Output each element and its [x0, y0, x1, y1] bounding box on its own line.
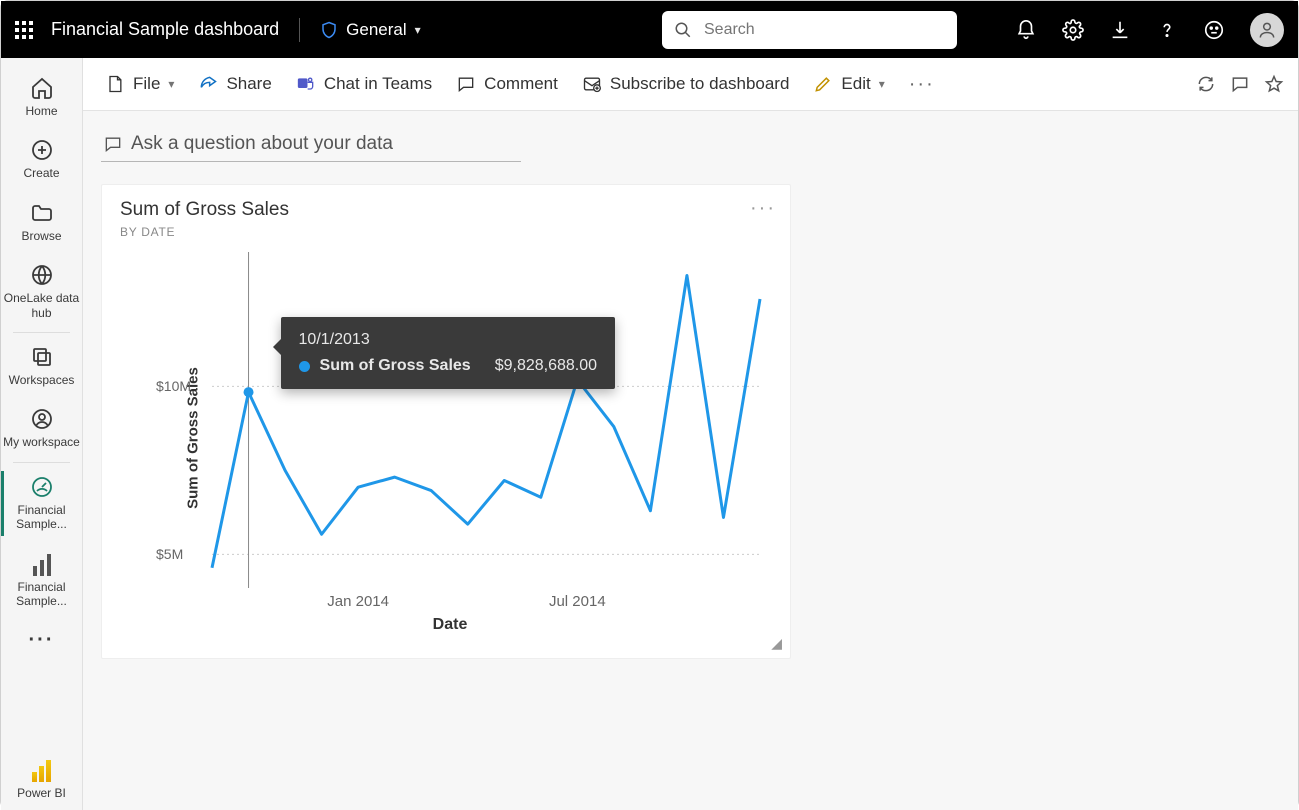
command-bar: File ▾ Share Chat in Teams Comment Subsc… — [83, 58, 1298, 111]
nav-onelake-label: OneLake data hub — [3, 291, 80, 320]
help-icon[interactable] — [1156, 19, 1178, 41]
chevron-down-icon: ▾ — [168, 77, 174, 91]
download-icon[interactable] — [1109, 19, 1131, 41]
x-tick: Jan 2014 — [327, 593, 389, 610]
y-tick: $5M — [156, 546, 183, 562]
app-launcher-icon[interactable] — [15, 21, 33, 39]
share-label: Share — [226, 74, 271, 94]
nav-myworkspace[interactable]: My workspace — [1, 397, 82, 459]
favorite-star-icon[interactable] — [1264, 74, 1284, 94]
line-chart: Sum of Gross Sales Date $5M$10M Jan 2014… — [130, 247, 770, 628]
nav-powerbi-label: Power BI — [17, 786, 66, 800]
nav-create-label: Create — [23, 166, 59, 180]
pencil-icon — [813, 74, 833, 94]
subscribe-icon — [582, 74, 602, 94]
datahub-icon — [30, 263, 54, 287]
search-icon — [674, 21, 692, 39]
nav-powerbi[interactable]: Power BI — [1, 750, 82, 810]
divider — [299, 18, 300, 42]
chevron-down-icon: ▾ — [879, 77, 885, 91]
tile-more-icon[interactable]: ··· — [750, 197, 776, 220]
plot-svg — [152, 247, 770, 598]
shield-icon — [320, 20, 338, 40]
comment-button[interactable]: Comment — [448, 68, 566, 100]
y-tick: $10M — [156, 378, 191, 394]
nav-more[interactable]: ··· — [1, 618, 82, 662]
nav-financial-dashboard-label: Financial Sample... — [3, 503, 80, 532]
chart-tile[interactable]: Sum of Gross Sales BY DATE ··· ◢ Sum of … — [101, 184, 791, 659]
tile-title: Sum of Gross Sales — [120, 199, 772, 221]
nav-workspaces-label: Workspaces — [9, 373, 75, 387]
nav-financial-dataset-label: Financial Sample... — [3, 580, 80, 609]
main-area: File ▾ Share Chat in Teams Comment Subsc… — [83, 58, 1298, 810]
x-axis-label: Date — [130, 616, 770, 634]
nav-browse[interactable]: Browse — [1, 191, 82, 253]
feedback-icon[interactable] — [1203, 19, 1225, 41]
nav-financial-dataset[interactable]: Financial Sample... — [1, 542, 82, 619]
nav-create[interactable]: Create — [1, 128, 82, 190]
search-box[interactable] — [662, 11, 957, 49]
subscribe-label: Subscribe to dashboard — [610, 74, 790, 94]
workspaces-icon — [30, 345, 54, 369]
nav-myworkspace-label: My workspace — [3, 435, 80, 449]
nav-home[interactable]: Home — [1, 66, 82, 128]
top-actions — [1015, 13, 1284, 47]
chat-label: Chat in Teams — [324, 74, 432, 94]
gauge-icon — [30, 475, 54, 499]
chevron-down-icon: ▾ — [415, 23, 421, 37]
nav-financial-dashboard[interactable]: Financial Sample... — [1, 465, 82, 542]
tile-subtitle: BY DATE — [120, 225, 772, 239]
person-circle-icon — [30, 407, 54, 431]
dashboard-canvas: Ask a question about your data Sum of Gr… — [83, 111, 1298, 675]
dashboard-title: Financial Sample dashboard — [51, 19, 279, 40]
left-nav: Home Create Browse OneLake data hub Work… — [1, 58, 83, 810]
plus-circle-icon — [30, 138, 54, 162]
file-label: File — [133, 74, 160, 94]
search-input[interactable] — [702, 20, 945, 40]
powerbi-logo-icon — [32, 760, 51, 782]
chat-bubble-icon — [103, 134, 123, 154]
refresh-icon[interactable] — [1196, 74, 1216, 94]
more-actions[interactable]: ··· — [901, 67, 943, 102]
comment-label: Comment — [484, 74, 558, 94]
tile-resize-handle[interactable]: ◢ — [771, 635, 782, 652]
chat-pane-icon[interactable] — [1230, 74, 1250, 94]
edit-menu[interactable]: Edit ▾ — [805, 68, 892, 100]
nav-workspaces[interactable]: Workspaces — [1, 335, 82, 397]
nav-home-label: Home — [25, 104, 57, 118]
bar-chart-icon — [30, 552, 54, 576]
teams-icon — [296, 74, 316, 94]
share-button[interactable]: Share — [190, 68, 279, 100]
subscribe-button[interactable]: Subscribe to dashboard — [574, 68, 798, 100]
qna-input[interactable]: Ask a question about your data — [101, 127, 521, 162]
qna-placeholder: Ask a question about your data — [131, 133, 393, 155]
settings-icon[interactable] — [1062, 19, 1084, 41]
share-icon — [198, 74, 218, 94]
folder-icon — [30, 201, 54, 225]
top-bar: Financial Sample dashboard General ▾ — [1, 1, 1298, 58]
file-icon — [105, 74, 125, 94]
sensitivity-dropdown[interactable]: General ▾ — [320, 20, 421, 40]
x-tick: Jul 2014 — [549, 593, 606, 610]
notifications-icon[interactable] — [1015, 19, 1037, 41]
chat-teams-button[interactable]: Chat in Teams — [288, 68, 440, 100]
comment-icon — [456, 74, 476, 94]
edit-label: Edit — [841, 74, 870, 94]
nav-onelake[interactable]: OneLake data hub — [1, 253, 82, 330]
nav-browse-label: Browse — [21, 229, 61, 243]
account-avatar[interactable] — [1250, 13, 1284, 47]
sensitivity-label: General — [346, 20, 406, 40]
home-icon — [30, 76, 54, 100]
file-menu[interactable]: File ▾ — [97, 68, 182, 100]
